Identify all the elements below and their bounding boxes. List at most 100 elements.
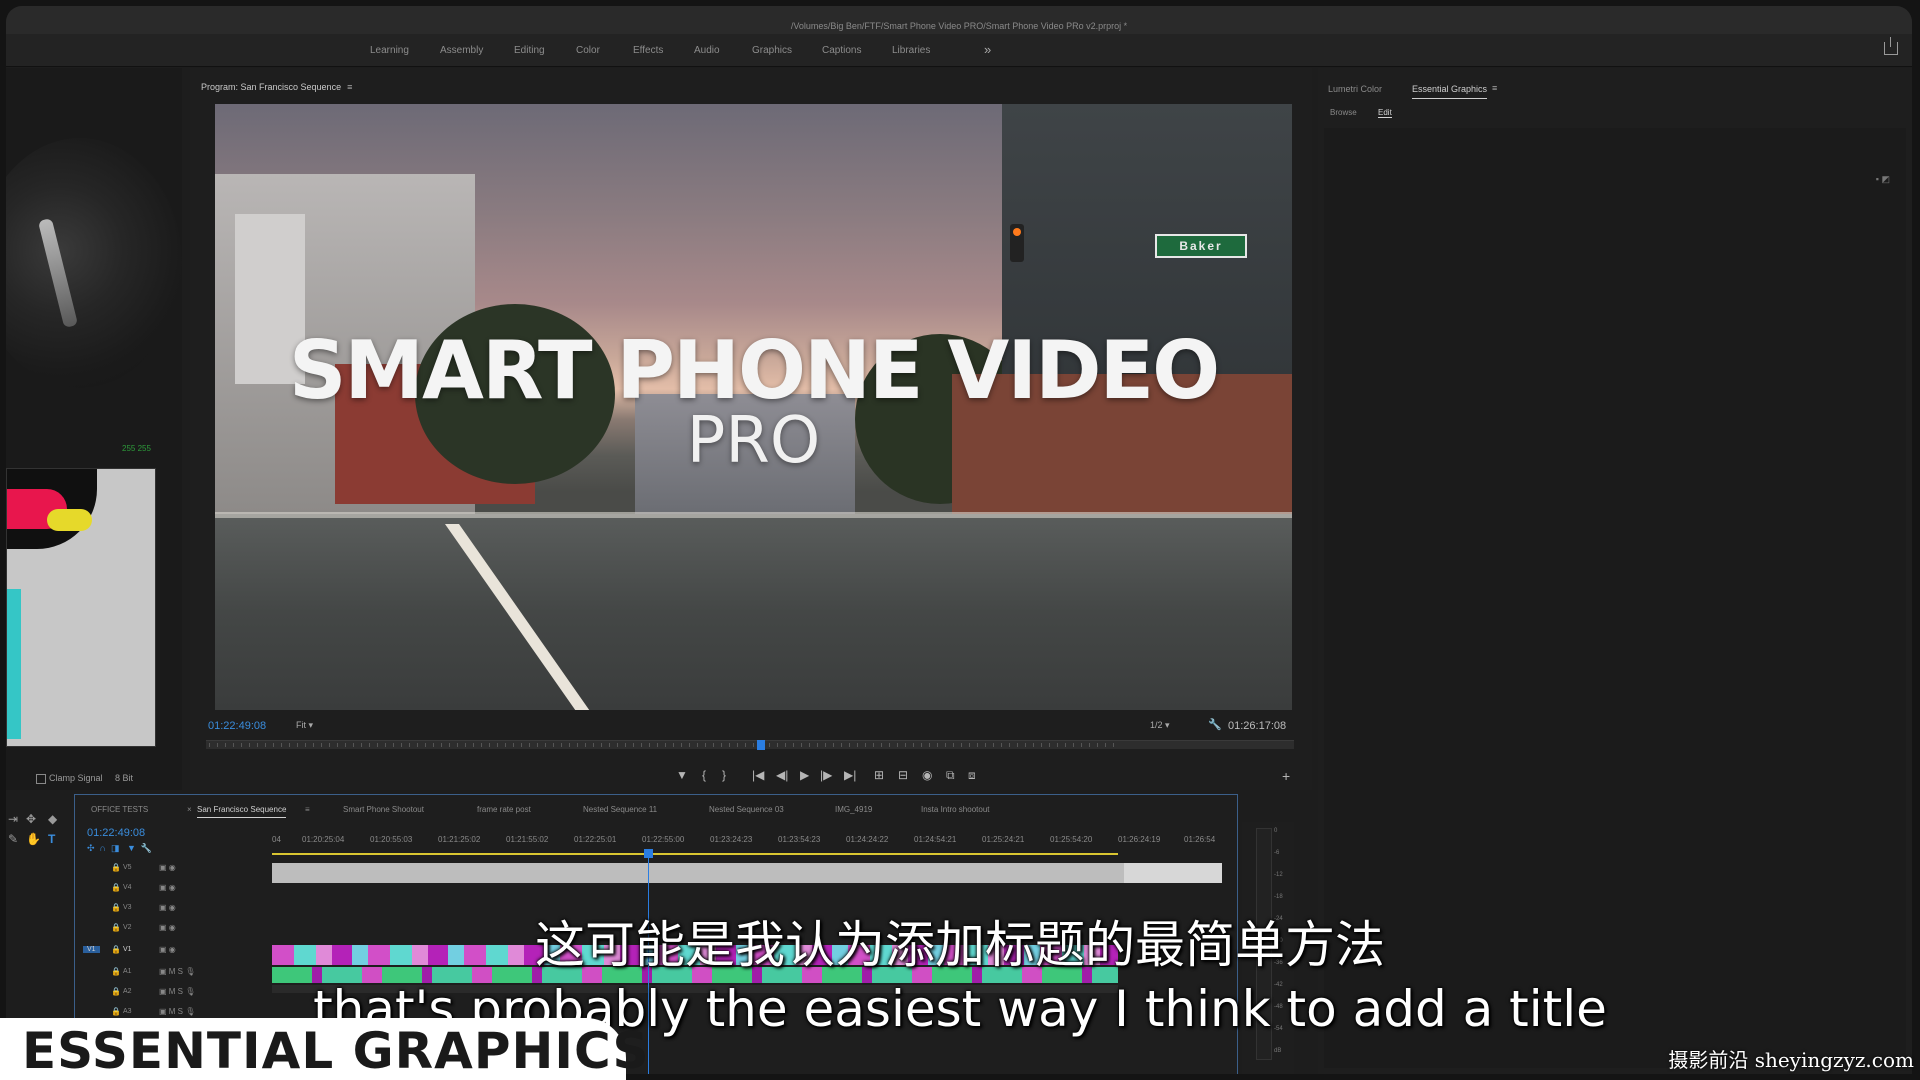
tab-nested-sequence-11[interactable]: Nested Sequence 11 bbox=[583, 805, 657, 814]
razor-tool-icon[interactable]: ◆ bbox=[48, 812, 57, 826]
lock-icon[interactable]: 🔒 bbox=[111, 883, 121, 892]
workspace-effects[interactable]: Effects bbox=[633, 45, 663, 56]
ruler-label: 01:20:25:04 bbox=[302, 835, 345, 844]
track-header-v4[interactable]: 🔒 V4 ▣ ◉ bbox=[75, 881, 271, 899]
watermark: 摄影前沿 sheyingzyz.com bbox=[1668, 1048, 1914, 1072]
tab-san-francisco-sequence[interactable]: San Francisco Sequence bbox=[197, 805, 287, 818]
workspace-audio[interactable]: Audio bbox=[694, 45, 720, 56]
go-to-out-button[interactable]: ▶| bbox=[844, 768, 856, 782]
timeline-timecode[interactable]: 01:22:49:08 bbox=[87, 827, 145, 839]
step-forward-button[interactable]: |▶ bbox=[820, 768, 832, 782]
workspace-learning[interactable]: Learning bbox=[370, 45, 409, 56]
clamp-signal-checkbox[interactable] bbox=[36, 773, 46, 784]
ripple-edit-tool-icon[interactable]: ✥ bbox=[26, 812, 36, 826]
bit-depth-select[interactable]: 8 Bit bbox=[115, 773, 133, 783]
tab-essential-graphics[interactable]: Essential Graphics bbox=[1412, 84, 1488, 99]
lock-icon[interactable]: 🔒 bbox=[111, 863, 121, 872]
ruler-label: 01:25:24:21 bbox=[982, 835, 1025, 844]
traffic-light-icon bbox=[1010, 224, 1024, 262]
eg-panel-menu-icon[interactable]: ≡ bbox=[1492, 83, 1497, 93]
step-back-button[interactable]: ◀| bbox=[776, 768, 788, 782]
settings-wrench-icon[interactable]: 🔧 bbox=[1208, 718, 1222, 731]
program-scrub-bar[interactable] bbox=[206, 740, 1294, 750]
share-icon[interactable] bbox=[1884, 37, 1898, 55]
ruler-label: 01:26:24:19 bbox=[1118, 835, 1161, 844]
ruler-label: 01:24:24:22 bbox=[846, 835, 889, 844]
clamp-signal[interactable]: Clamp Signal 8 Bit bbox=[36, 773, 133, 784]
video-title-sub[interactable]: PRO bbox=[215, 404, 1292, 478]
time-ruler[interactable]: 04 01:20:25:04 01:20:55:03 01:21:25:02 0… bbox=[272, 831, 1222, 851]
ruler-label: 01:22:55:00 bbox=[642, 835, 685, 844]
mark-in-button[interactable]: { bbox=[702, 768, 706, 782]
project-path: /Volumes/Big Ben/FTF/Smart Phone Video P… bbox=[790, 21, 1128, 31]
program-tab[interactable]: Program: San Francisco Sequence ≡ bbox=[201, 82, 352, 92]
clamp-signal-label: Clamp Signal bbox=[49, 773, 103, 783]
subtab-edit[interactable]: Edit bbox=[1378, 108, 1392, 118]
visibility-icon[interactable]: ▣ ◉ bbox=[159, 863, 176, 872]
tab-insta-intro-shootout[interactable]: Insta Intro shootout bbox=[921, 805, 990, 814]
track-header-v5[interactable]: 🔒 V5 ▣ ◉ bbox=[75, 861, 271, 879]
tab-lumetri-color[interactable]: Lumetri Color bbox=[1328, 84, 1382, 94]
comparison-view-button[interactable]: ⧉ bbox=[946, 768, 955, 783]
panel-menu-icon[interactable]: ≡ bbox=[347, 82, 352, 92]
export-frame-button[interactable]: ◉ bbox=[922, 768, 932, 782]
meter-label: 0 bbox=[1274, 828, 1278, 834]
waveform-yellow-trace bbox=[47, 509, 92, 531]
workspace-captions[interactable]: Captions bbox=[822, 45, 861, 56]
workspace-editing[interactable]: Editing bbox=[514, 45, 545, 56]
tab-close-icon[interactable]: × bbox=[187, 805, 192, 814]
workspace-color[interactable]: Color bbox=[576, 45, 600, 56]
extract-button[interactable]: ⊟ bbox=[898, 768, 908, 782]
work-area-bar[interactable] bbox=[272, 853, 1118, 855]
zoom-select[interactable]: Fit ▾ bbox=[296, 720, 313, 731]
scope-values: 255 255 bbox=[122, 444, 151, 453]
timeline-menu-icon[interactable]: ≡ bbox=[305, 805, 310, 814]
workspace-assembly[interactable]: Assembly bbox=[440, 45, 483, 56]
graphic-clip-v5[interactable] bbox=[272, 863, 1222, 883]
multi-camera-button[interactable]: ⧈ bbox=[968, 768, 976, 783]
ruler-label: 01:25:54:20 bbox=[1050, 835, 1093, 844]
track-label: V4 bbox=[123, 884, 132, 891]
ruler-label: 01:22:25:01 bbox=[574, 835, 617, 844]
timeline-tool-icons[interactable]: ✣ ∩ ◨ ▼ 🔧 bbox=[87, 843, 152, 854]
resolution-select[interactable]: 1/2 ▾ bbox=[1150, 720, 1170, 731]
tab-smart-phone-shootout[interactable]: Smart Phone Shootout bbox=[343, 805, 424, 814]
tab-img-4919[interactable]: IMG_4919 bbox=[835, 805, 872, 814]
zoom-value: Fit bbox=[296, 720, 306, 730]
tab-frame-rate-post[interactable]: frame rate post bbox=[477, 805, 531, 814]
workspace-libraries[interactable]: Libraries bbox=[892, 45, 930, 56]
vectorscope bbox=[6, 138, 182, 388]
more-workspaces-icon[interactable]: » bbox=[984, 42, 991, 57]
lower-third-banner: ESSENTIAL GRAPHICS bbox=[0, 1018, 649, 1080]
ruler-label: 01:20:55:03 bbox=[370, 835, 413, 844]
program-current-timecode[interactable]: 01:22:49:08 bbox=[208, 720, 266, 732]
resolution-value: 1/2 bbox=[1150, 720, 1163, 730]
play-button[interactable]: ▶ bbox=[800, 768, 809, 782]
go-to-in-button[interactable]: |◀ bbox=[752, 768, 764, 782]
scrub-ticks bbox=[209, 743, 1119, 747]
waveform-cyan-trace bbox=[7, 589, 21, 739]
add-marker-button[interactable]: ▼ bbox=[676, 768, 688, 782]
workspace-graphics[interactable]: Graphics bbox=[752, 45, 792, 56]
meter-label: -12 bbox=[1274, 872, 1283, 878]
program-tab-label: Program: San Francisco Sequence bbox=[201, 82, 342, 92]
track-label: V5 bbox=[123, 864, 132, 871]
tab-nested-sequence-03[interactable]: Nested Sequence 03 bbox=[709, 805, 784, 814]
hand-tool-icon[interactable]: ✋ bbox=[26, 832, 41, 846]
lift-button[interactable]: ⊞ bbox=[874, 768, 884, 782]
scene-crosswalk bbox=[215, 512, 1292, 518]
scene-road bbox=[215, 514, 1292, 710]
ruler-label: 01:26:54 bbox=[1184, 835, 1216, 844]
tab-office-tests[interactable]: OFFICE TESTS bbox=[91, 805, 148, 814]
button-editor-plus-icon[interactable]: + bbox=[1282, 768, 1290, 784]
subtab-browse[interactable]: Browse bbox=[1330, 108, 1357, 117]
ruler-label: 01:23:54:23 bbox=[778, 835, 821, 844]
track-select-tool-icon[interactable]: ⇥ bbox=[8, 812, 18, 826]
type-tool-icon[interactable]: T bbox=[48, 832, 55, 846]
program-playhead[interactable] bbox=[756, 740, 765, 750]
pen-tool-icon[interactable]: ✎ bbox=[8, 832, 18, 846]
visibility-icon[interactable]: ▣ ◉ bbox=[159, 883, 176, 892]
mark-out-button[interactable]: } bbox=[722, 768, 726, 782]
program-video-frame[interactable]: Baker SMART PHONE VIDEO PRO bbox=[215, 104, 1292, 710]
new-layer-icon[interactable]: ▪ ◩ bbox=[1876, 174, 1890, 185]
